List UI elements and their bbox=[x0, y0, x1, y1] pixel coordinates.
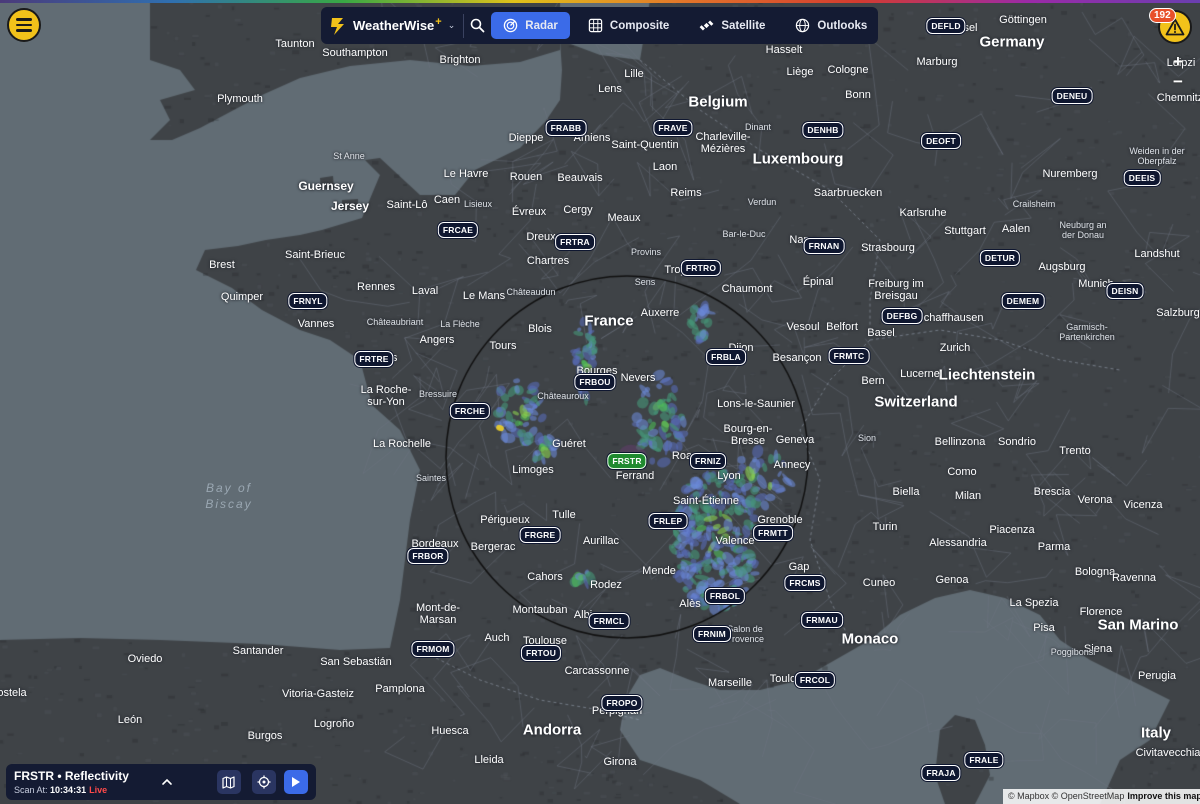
lightning-logo-icon bbox=[331, 17, 344, 35]
menu-button[interactable] bbox=[7, 8, 41, 42]
radar-station-frtou[interactable]: FRTOU bbox=[520, 645, 562, 661]
chevron-up-icon bbox=[162, 778, 172, 785]
radar-station-frgre[interactable]: FRGRE bbox=[519, 527, 561, 543]
locate-button[interactable] bbox=[251, 770, 276, 794]
radar-station-frbor[interactable]: FRBOR bbox=[407, 548, 449, 564]
station-title: FRSTR • Reflectivity bbox=[14, 769, 129, 783]
alert-count-badge: 192 bbox=[1149, 8, 1176, 23]
tab-label: Composite bbox=[609, 19, 670, 32]
attribution-text: © Mapbox © OpenStreetMap bbox=[1008, 791, 1125, 801]
radar-station-frbou[interactable]: FRBOU bbox=[574, 374, 616, 390]
radar-station-frtre[interactable]: FRTRE bbox=[354, 351, 394, 367]
radar-station-demem[interactable]: DEMEM bbox=[1001, 293, 1045, 309]
map-icon bbox=[222, 775, 235, 789]
tab-label: Outlooks bbox=[817, 19, 868, 32]
radar-station-frabb[interactable]: FRABB bbox=[545, 120, 587, 136]
tab-radar[interactable]: Radar bbox=[491, 12, 570, 39]
chevron-down-icon: ⌄ bbox=[447, 20, 456, 30]
radar-station-frcae[interactable]: FRCAE bbox=[437, 222, 479, 238]
radar-station-frtra[interactable]: FRTRA bbox=[555, 234, 595, 250]
color-strip bbox=[0, 0, 1200, 3]
radar-station-frbla[interactable]: FRBLA bbox=[706, 349, 746, 365]
expand-panel-button[interactable] bbox=[154, 769, 179, 795]
search-icon bbox=[470, 18, 485, 33]
radar-station-frmtc[interactable]: FRMTC bbox=[828, 348, 870, 364]
radar-station-frave[interactable]: FRAVE bbox=[653, 120, 693, 136]
brand-menu[interactable]: WeatherWise + ⌄ bbox=[329, 13, 465, 38]
radar-station-frche[interactable]: FRCHE bbox=[449, 403, 491, 419]
station-panel: FRSTR • Reflectivity Scan At: 10:34:31 Li… bbox=[6, 764, 316, 800]
play-button[interactable] bbox=[283, 770, 309, 794]
radar-station-frmom[interactable]: FRMOM bbox=[411, 641, 455, 657]
globe-icon bbox=[796, 18, 810, 33]
radar-station-denhb[interactable]: DENHB bbox=[802, 122, 844, 138]
radar-station-deeis[interactable]: DEEIS bbox=[1123, 170, 1161, 186]
tab-label: Satellite bbox=[721, 19, 766, 32]
radar-station-frtro[interactable]: FRTRO bbox=[680, 260, 722, 276]
satellite-icon bbox=[699, 20, 714, 31]
zoom-controls: + − bbox=[1168, 52, 1188, 92]
radar-station-frmtt[interactable]: FRMTT bbox=[753, 525, 793, 541]
play-icon bbox=[292, 777, 301, 787]
station-info: FRSTR • Reflectivity Scan At: 10:34:31 Li… bbox=[14, 769, 149, 795]
radar-station-defbg[interactable]: DEFBG bbox=[881, 308, 923, 324]
search-button[interactable] bbox=[470, 13, 485, 39]
menu-icon-bar bbox=[16, 18, 32, 21]
brand-name: WeatherWise bbox=[353, 18, 435, 33]
radar-station-frcms[interactable]: FRCMS bbox=[784, 575, 826, 591]
scan-time: 10:34:31 bbox=[50, 785, 87, 795]
scan-line: Scan At: 10:34:31 Live bbox=[14, 785, 149, 795]
radar-station-deisn[interactable]: DEISN bbox=[1106, 283, 1144, 299]
menu-icon-bar bbox=[16, 23, 32, 27]
radar-station-frmcl[interactable]: FRMCL bbox=[588, 613, 630, 629]
radar-icon bbox=[504, 18, 518, 33]
radar-station-frale[interactable]: FRALE bbox=[964, 752, 1004, 768]
zoom-in-button[interactable]: + bbox=[1168, 52, 1188, 72]
live-label: Live bbox=[89, 785, 108, 795]
radar-station-defld[interactable]: DEFLD bbox=[926, 18, 966, 34]
radar-station-fraja[interactable]: FRAJA bbox=[921, 765, 961, 781]
radar-station-frbol[interactable]: FRBOL bbox=[704, 588, 746, 604]
grid-icon bbox=[588, 18, 603, 33]
map-layers-button[interactable] bbox=[216, 770, 241, 794]
radar-station-frmau[interactable]: FRMAU bbox=[801, 612, 843, 628]
radar-station-deneu[interactable]: DENEU bbox=[1051, 88, 1093, 104]
map-attribution: © Mapbox © OpenStreetMap Improve this map bbox=[1003, 789, 1200, 804]
improve-map-link[interactable]: Improve this map bbox=[1127, 791, 1200, 801]
radar-station-frnan[interactable]: FRNAN bbox=[803, 238, 845, 254]
radar-station-fropo[interactable]: FROPO bbox=[601, 695, 643, 711]
radar-station-frnim[interactable]: FRNIM bbox=[693, 626, 731, 642]
radar-station-frlep[interactable]: FRLEP bbox=[648, 513, 688, 529]
radar-station-frnyl[interactable]: FRNYL bbox=[288, 293, 328, 309]
crosshair-icon bbox=[257, 775, 271, 789]
radar-station-detur[interactable]: DETUR bbox=[979, 250, 1021, 266]
radar-station-frniz[interactable]: FRNIZ bbox=[689, 453, 727, 469]
scan-label: Scan At: bbox=[14, 785, 48, 795]
radar-station-frstr[interactable]: FRSTR bbox=[607, 453, 647, 469]
top-toolbar: WeatherWise + ⌄ Radar Composite Satellit… bbox=[321, 7, 878, 44]
zoom-out-button[interactable]: − bbox=[1168, 72, 1188, 92]
tab-satellite[interactable]: Satellite bbox=[687, 12, 777, 39]
tab-composite[interactable]: Composite bbox=[576, 12, 681, 39]
radar-station-frcol[interactable]: FRCOL bbox=[794, 672, 836, 688]
tab-label: Radar bbox=[525, 19, 558, 32]
radar-station-deoft[interactable]: DEOFT bbox=[921, 133, 961, 149]
radar-map[interactable] bbox=[0, 0, 1200, 804]
tab-outlooks[interactable]: Outlooks bbox=[783, 12, 879, 39]
brand-plus: + bbox=[435, 15, 442, 28]
menu-icon-bar bbox=[16, 29, 32, 32]
